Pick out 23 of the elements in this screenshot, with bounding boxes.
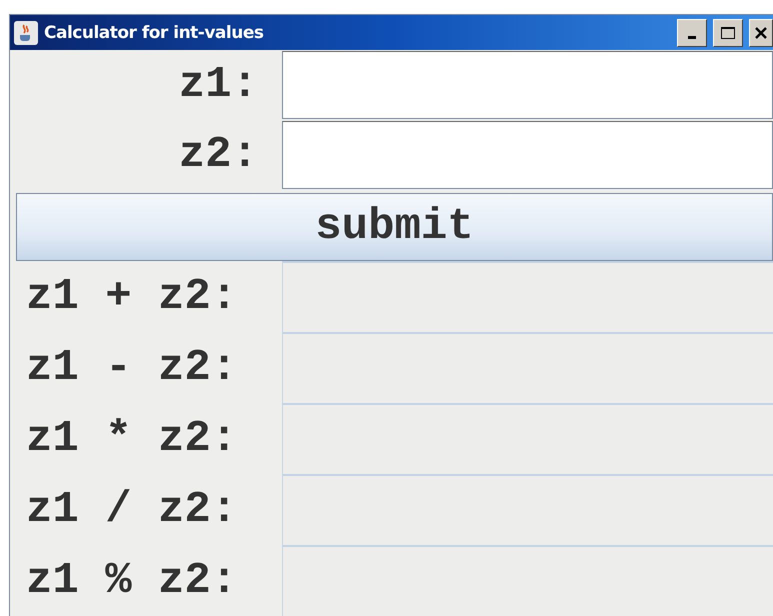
result-label: z1 - z2: [25, 342, 238, 394]
minimize-icon [688, 36, 696, 39]
result-field[interactable] [282, 545, 773, 616]
window-title: Calculator for int-values [44, 22, 264, 42]
field-label: z2: [178, 129, 259, 182]
result-label: z1 + z2: [25, 270, 238, 324]
input-field[interactable] [282, 121, 773, 189]
submit-button[interactable]: submit [16, 193, 773, 261]
maximize-button[interactable] [713, 18, 743, 46]
result-field[interactable] [282, 261, 773, 332]
minimize-button[interactable] [677, 18, 707, 46]
maximize-icon [720, 26, 736, 40]
close-button[interactable] [749, 18, 773, 46]
result-field[interactable] [282, 474, 773, 545]
result-field[interactable] [282, 332, 773, 403]
result-label: z1 % z2: [25, 554, 238, 608]
result-label: z1 * z2: [25, 412, 238, 466]
close-icon [754, 26, 768, 40]
field-label: z1: [178, 59, 259, 112]
result-label: z1 / z2: [25, 484, 238, 536]
coffee-cup-icon [14, 20, 38, 44]
input-field[interactable] [282, 51, 773, 119]
result-field[interactable] [282, 403, 773, 474]
